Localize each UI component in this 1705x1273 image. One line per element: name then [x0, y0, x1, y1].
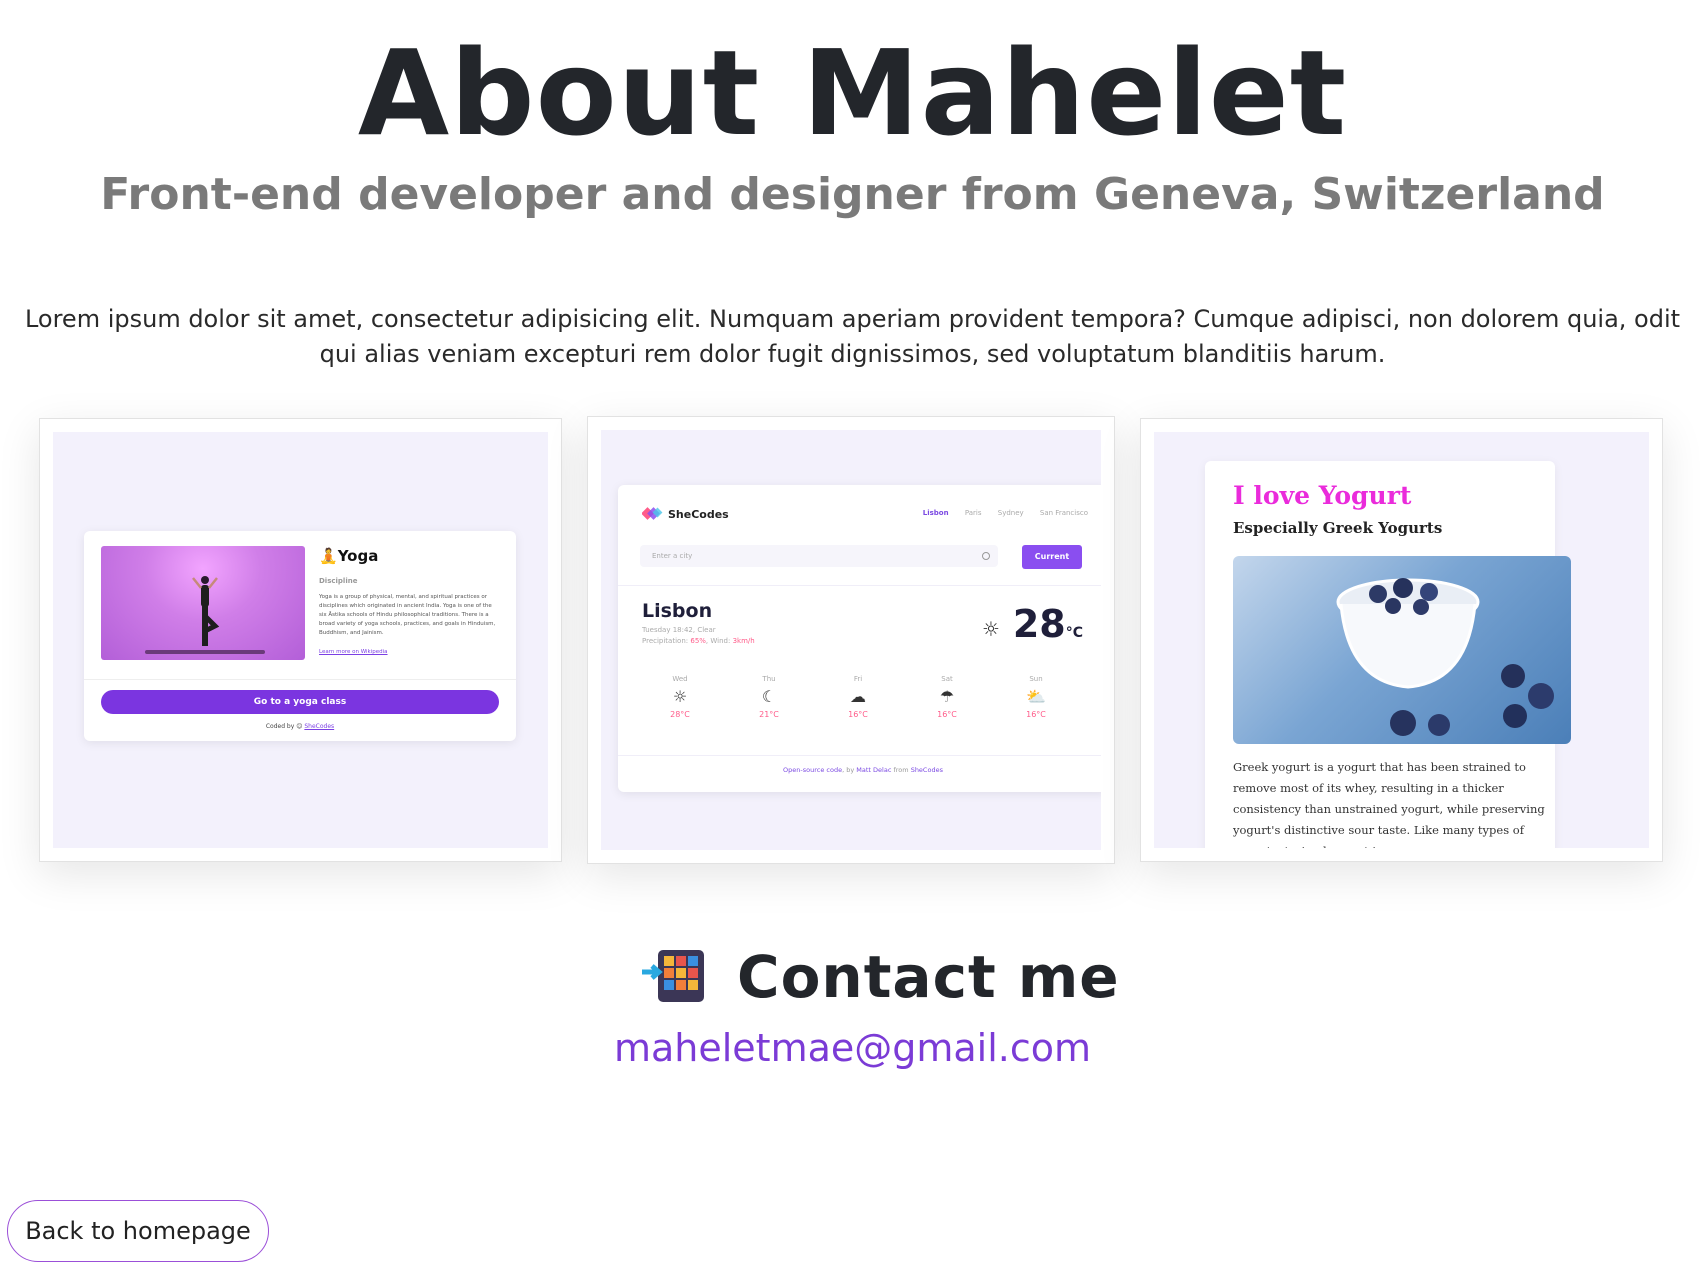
weather-brand: SheCodes	[668, 508, 729, 521]
project-card-weather[interactable]: SheCodes Lisbon Paris Sydney San Francis…	[587, 416, 1115, 864]
yoga-class-button: Go to a yoga class	[101, 690, 499, 714]
weather-screenshot: SheCodes Lisbon Paris Sydney San Francis…	[601, 430, 1101, 850]
divider	[84, 679, 516, 680]
weather-app-card: SheCodes Lisbon Paris Sydney San Francis…	[618, 485, 1101, 792]
weather-temperature: 28°C	[1012, 602, 1083, 646]
yoga-credit: Coded by 😊 SheCodes	[265, 723, 335, 730]
shecodes-logo-icon	[642, 507, 663, 520]
weather-datetime: Tuesday 18:42, Clear	[642, 626, 716, 634]
page-subtitle: Front-end developer and designer from Ge…	[100, 169, 1605, 220]
page-title: About Mahelet	[357, 24, 1348, 162]
inbox-tray-icon	[642, 950, 704, 1002]
yogurt-photo	[1233, 556, 1571, 744]
yoga-description: Yoga is a group of physical, mental, and…	[319, 594, 496, 636]
cloud-icon: ☁	[850, 687, 866, 706]
yogurt-app-card: I love Yogurt Especially Greek Yogurts G…	[1205, 461, 1571, 848]
divider	[618, 585, 1101, 586]
blueberry-icon	[1501, 664, 1554, 728]
project-card-yogurt[interactable]: I love Yogurt Especially Greek Yogurts G…	[1140, 418, 1663, 862]
forecast-day: Sun ⛅ 16°C	[1016, 675, 1056, 719]
yoga-app-card: 🧘Yoga Discipline Yoga is a group of phys…	[84, 531, 516, 741]
yoga-mat	[145, 650, 265, 654]
yogurt-screenshot: I love Yogurt Especially Greek Yogurts G…	[1154, 432, 1649, 848]
tab-paris: Paris	[964, 509, 982, 517]
yoga-photo	[101, 546, 305, 660]
sun-icon: ☼	[672, 687, 688, 706]
tab-sydney: Sydney	[997, 509, 1024, 517]
yogurt-text: Greek yogurt is a yogurt that has been s…	[1233, 760, 1545, 848]
project-card-yoga[interactable]: 🧘Yoga Discipline Yoga is a group of phys…	[39, 418, 562, 862]
weather-city: Lisbon	[642, 600, 713, 622]
weather-details: Precipitation: 65%, Wind: 3km/h	[642, 637, 755, 645]
yogurt-bowl-icon	[1336, 578, 1480, 689]
forecast-day: Thu ☾ 21°C	[749, 675, 789, 719]
forecast-day: Sat ☂ 16°C	[927, 675, 967, 719]
forecast-day: Wed ☼ 28°C	[660, 675, 700, 719]
blueberry-icon	[1390, 710, 1450, 736]
email-link[interactable]: maheletmae@gmail.com	[0, 1022, 1705, 1074]
yogurt-subtitle: Especially Greek Yogurts	[1233, 519, 1443, 537]
yoga-figure-icon	[192, 576, 220, 646]
intro-paragraph: Lorem ipsum dolor sit amet, consectetur …	[24, 305, 1681, 368]
yogurt-title: I love Yogurt	[1233, 481, 1412, 510]
contact-heading: Contact me	[737, 943, 1120, 1011]
forecast-day: Fri ☁ 16°C	[838, 675, 878, 719]
yoga-screenshot: 🧘Yoga Discipline Yoga is a group of phys…	[53, 432, 548, 848]
back-to-homepage-button[interactable]: Back to homepage	[7, 1200, 269, 1262]
weather-city-tabs: Lisbon Paris Sydney San Francisco	[909, 509, 1088, 517]
tab-lisbon: Lisbon	[922, 509, 949, 517]
yoga-title: 🧘Yoga	[319, 547, 379, 565]
tab-san-francisco: San Francisco	[1039, 509, 1088, 517]
yoga-wikipedia-link: Learn more on Wikipedia	[319, 649, 388, 655]
sun-icon: ☼	[982, 617, 1000, 641]
yoga-discipline-label: Discipline	[319, 577, 358, 585]
partly-cloudy-icon: ⛅	[1026, 687, 1046, 706]
divider	[618, 755, 1101, 756]
moon-icon: ☾	[761, 687, 777, 706]
search-icon	[982, 552, 990, 560]
weather-footer: Open-source code, by Matt Delac from She…	[783, 766, 943, 774]
weather-current-button: Current	[1022, 545, 1082, 569]
rain-icon: ☂	[939, 687, 955, 706]
weather-search-input: Enter a city	[640, 545, 998, 567]
